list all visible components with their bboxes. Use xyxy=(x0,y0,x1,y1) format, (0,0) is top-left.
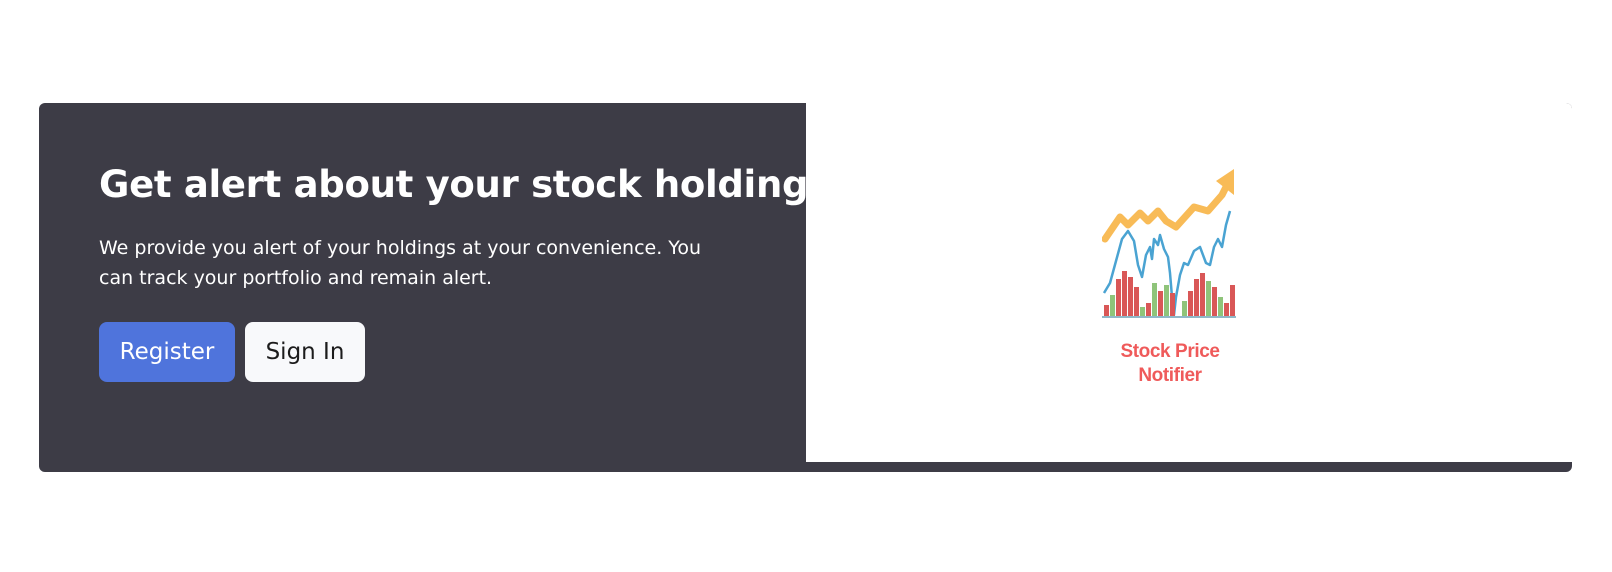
hero-banner: Get alert about your stock holding We pr… xyxy=(39,103,1572,472)
stock-price-notifier-logo: Stock Price Notifier xyxy=(1101,165,1242,395)
sign-in-button[interactable]: Sign In xyxy=(245,322,365,382)
trend-arrow-line xyxy=(1101,179,1232,243)
logo-caption: Stock Price Notifier xyxy=(1102,340,1238,388)
stock-chart-logo-icon xyxy=(1101,169,1236,318)
logo-caption-line1: Stock Price xyxy=(1120,341,1220,362)
logo-caption-line2: Notifier xyxy=(1138,365,1202,386)
hero-image-panel: Stock Price Notifier xyxy=(806,103,1572,462)
hero-title: Get alert about your stock holding xyxy=(99,163,809,206)
hero-description: We provide you alert of your holdings at… xyxy=(99,237,702,289)
register-button[interactable]: Register xyxy=(99,322,235,382)
